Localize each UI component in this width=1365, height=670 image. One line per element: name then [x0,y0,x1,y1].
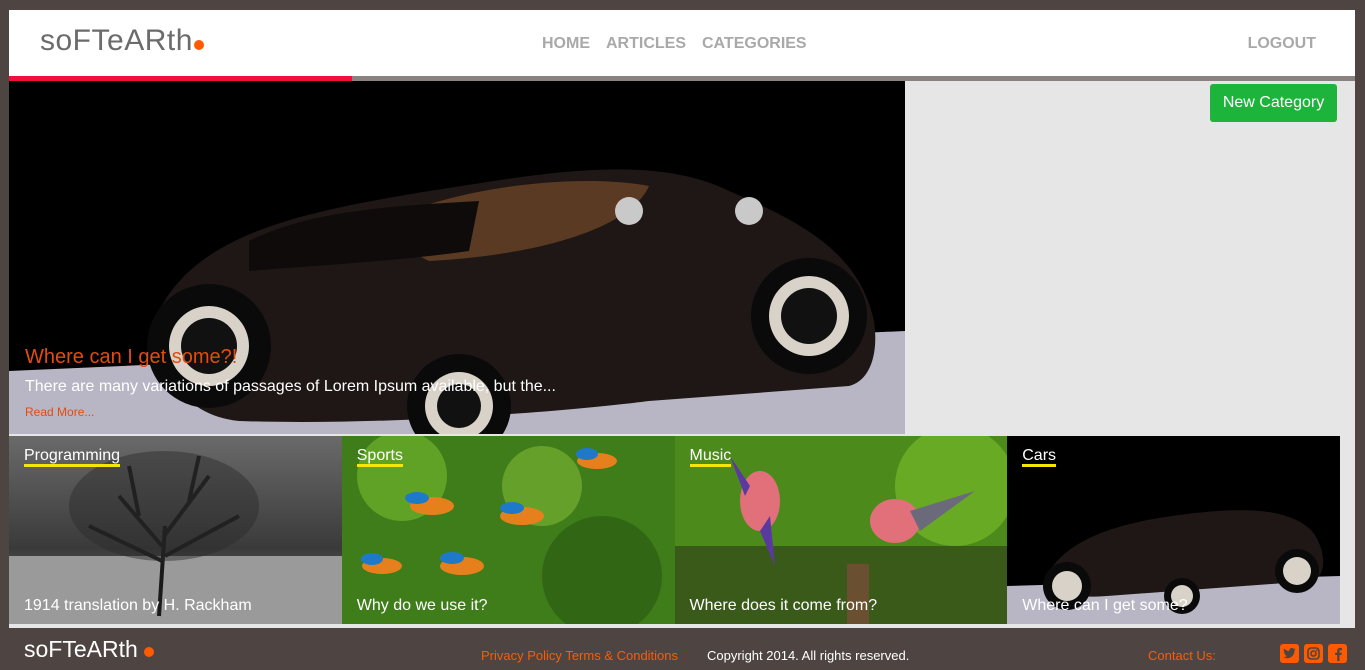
logout-link[interactable]: LOGOUT [1248,35,1316,53]
nav-categories[interactable]: CATEGORIES [702,35,807,53]
category-card-programming[interactable]: Programming 1914 translation by H. Rackh… [9,436,342,624]
instagram-icon[interactable] [1304,644,1323,663]
read-more-link[interactable]: Read More... [25,405,94,419]
featured-article-title[interactable]: Where can I get some?! [25,346,237,369]
footer-logo[interactable]: soFTeARth [24,636,154,663]
category-link-sports[interactable]: Sports [356,447,403,467]
card-title-music: Where does it come from? [689,597,878,614]
twitter-icon[interactable] [1280,644,1299,663]
card-title-sports: Why do we use it? [356,597,488,614]
top-navbar: soFTeARth HOME ARTICLES CATEGORIES LOGOU… [9,10,1355,76]
vintage-car-image-small [1007,436,1340,624]
category-link-music[interactable]: Music [689,447,732,467]
privacy-policy-link[interactable]: Privacy Policy [481,648,562,663]
card-title-programming: 1914 translation by H. Rackham [24,597,252,614]
site-logo[interactable]: soFTeARth [40,24,204,58]
contact-us-link[interactable]: Contact Us: [1148,648,1216,663]
category-link-cars[interactable]: Cars [1022,447,1057,467]
nav-home[interactable]: HOME [542,35,590,53]
facebook-icon[interactable] [1328,644,1347,663]
copyright-text: Copyright 2014. All rights reserved. [707,648,910,663]
footer-links: Privacy Policy Terms & Conditions [481,648,678,663]
category-card-cars[interactable]: Cars Where can I get some? [1007,436,1340,624]
category-cards: Programming 1914 translation by H. Rackh… [9,436,1340,624]
main-nav: HOME ARTICLES CATEGORIES [542,35,807,53]
category-link-programming[interactable]: Programming [24,447,121,467]
terms-link[interactable]: Terms & Conditions [565,648,678,663]
footer-logo-dot [143,647,154,657]
site-footer: soFTeARth Privacy Policy Terms & Conditi… [0,628,1365,670]
featured-article-excerpt: There are many variations of passages of… [25,378,556,395]
nav-articles[interactable]: ARTICLES [606,35,686,53]
featured-article[interactable]: Where can I get some?! There are many va… [9,81,905,434]
category-card-sports[interactable]: Sports Why do we use it? [341,436,675,624]
card-title-cars: Where can I get some? [1022,597,1188,614]
logo-dot [193,40,204,50]
main-content: Where can I get some?! There are many va… [9,81,1355,628]
social-links [1280,644,1347,663]
category-card-music[interactable]: Music Where does it come from? [674,436,1008,624]
new-category-button[interactable]: New Category [1210,84,1337,122]
